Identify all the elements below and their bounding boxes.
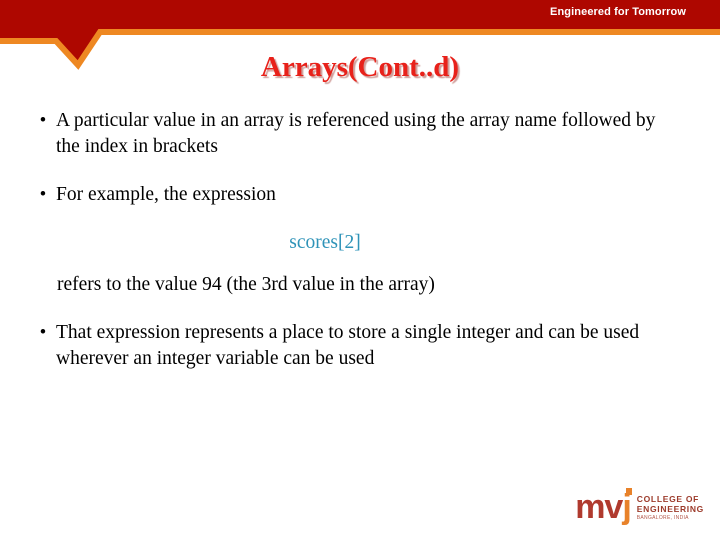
code-expression: scores[2]: [289, 232, 361, 253]
logo-dot-icon: [625, 488, 632, 495]
logo-wordmark: COLLEGE OF ENGINEERING BANGALORE, INDIA: [637, 491, 704, 522]
bullet-text-1: A particular value in an array is refere…: [56, 110, 656, 157]
page-title: Arrays(Cont..d): [260, 51, 460, 83]
bullet-dot-icon: •: [39, 184, 47, 205]
institution-logo: mvj COLLEGE OF ENGINEERING BANGALORE, IN…: [575, 486, 704, 526]
bullet-item-1: • A particular value in an array is refe…: [0, 108, 720, 160]
bullet-text-3: That expression represents a place to st…: [56, 322, 640, 369]
bullet-item-2: • For example, the expression: [0, 182, 720, 208]
logo-line-location: BANGALORE, INDIA: [636, 514, 689, 521]
slide-canvas: Engineered for Tomorrow Arrays(Cont..d) …: [0, 0, 720, 540]
explanation-line: refers to the value 94 (the 3rd value in…: [57, 274, 435, 295]
mvj-logo-icon: mvj: [575, 488, 632, 526]
logo-mark-mv: mv: [575, 488, 623, 526]
bullet-dot-icon: •: [39, 110, 47, 131]
bullet-item-3: • That expression represents a place to …: [0, 320, 720, 372]
bullet-text-2: For example, the expression: [56, 184, 276, 205]
brand-tagline: Engineered for Tomorrow: [550, 6, 686, 18]
logo-line-engineering: ENGINEERING: [636, 503, 704, 514]
bullet-dot-icon: •: [39, 322, 47, 343]
logo-line-college: COLLEGE OF: [636, 493, 700, 504]
slide-body: • A particular value in an array is refe…: [0, 108, 720, 394]
